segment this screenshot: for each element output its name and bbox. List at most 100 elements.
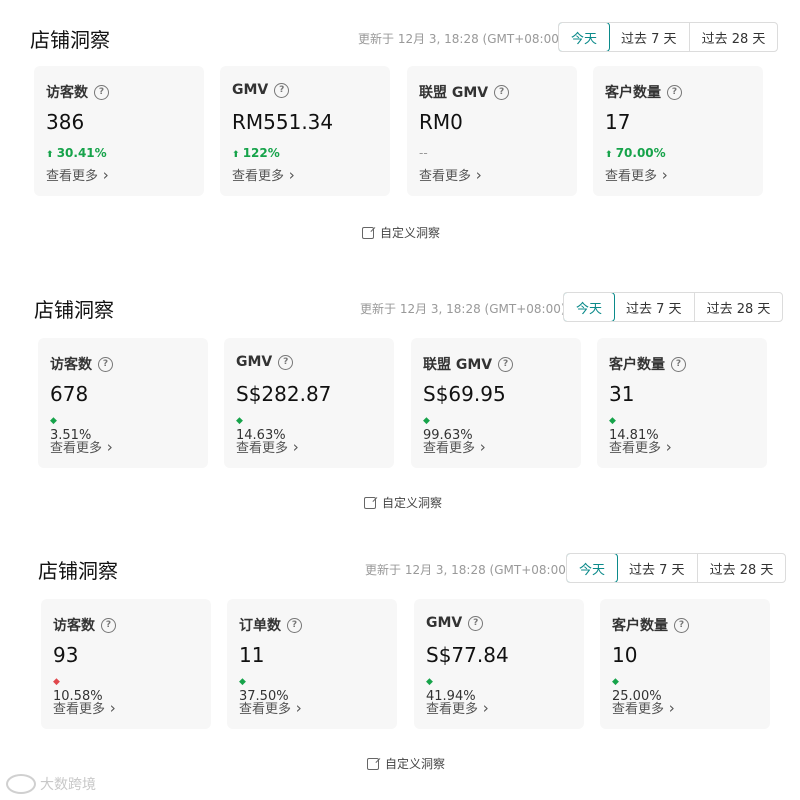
help-icon[interactable]: ? (674, 617, 689, 633)
help-icon[interactable]: ? (274, 82, 290, 98)
customize-insights-button[interactable]: 自定义洞察 (367, 755, 445, 772)
metric-value: 31 (609, 382, 635, 406)
metric-change-row: ⬆ 122% (232, 146, 280, 160)
view-more-label: 查看更多 (53, 702, 106, 717)
metric-value: 10 (612, 643, 638, 667)
trend-up-icon: ◆ (423, 416, 430, 426)
view-more-link[interactable]: 查看更多 › (50, 437, 113, 456)
view-more-link[interactable]: 查看更多 › (53, 698, 116, 717)
metric-label-text: 客户数量 (605, 85, 661, 101)
range-7-days-button[interactable]: 过去 7 天 (614, 293, 695, 321)
chevron-right-icon: › (661, 438, 672, 456)
metric-value: S$77.84 (426, 643, 509, 667)
metric-value: 17 (605, 110, 631, 134)
store-insights-panel: 店铺洞察 更新于 12月 3, 18:28 (GMT+08:00) 今天 过去 7 天… (0, 531, 800, 793)
view-more-label: 查看更多 (612, 702, 665, 717)
help-icon[interactable]: ? (98, 356, 113, 372)
watermark: 大数跨境 (6, 774, 96, 794)
view-more-link[interactable]: 查看更多 › (239, 698, 302, 717)
metric-value: RM0 (419, 110, 463, 134)
trend-up-icon: ◆ (426, 677, 433, 687)
panel-title: 店铺洞察 (30, 28, 110, 52)
metric-value: 93 (53, 643, 79, 667)
metric-label-text: GMV (426, 615, 463, 631)
watermark-text: 大数跨境 (40, 777, 96, 793)
range-today-button[interactable]: 今天 (564, 293, 616, 321)
panel-title: 店铺洞察 (38, 559, 118, 583)
chevron-right-icon: › (98, 166, 109, 184)
metric-label-text: GMV (236, 354, 273, 370)
metric-label: 访客数? (50, 354, 113, 374)
trend-up-icon: ⬆ (605, 150, 616, 160)
trend-up-icon: ◆ (612, 677, 619, 687)
watermark-logo-icon (6, 774, 36, 794)
view-more-label: 查看更多 (46, 169, 99, 184)
help-icon[interactable]: ? (667, 84, 682, 100)
customize-insights-button[interactable]: 自定义洞察 (364, 494, 442, 511)
range-today-button[interactable]: 今天 (567, 554, 619, 582)
metric-label: 访客数? (46, 82, 109, 102)
metric-change: -- (419, 146, 428, 160)
metric-value: S$69.95 (423, 382, 506, 406)
help-icon[interactable]: ? (494, 84, 510, 100)
view-more-link[interactable]: 查看更多 › (609, 437, 672, 456)
view-more-link[interactable]: 查看更多 › (236, 437, 299, 456)
help-icon[interactable]: ? (287, 617, 302, 633)
date-range-toggle: 今天 过去 7 天过去 28 天 (563, 292, 784, 322)
metric-label-text: 联盟 GMV (423, 357, 493, 373)
view-more-label: 查看更多 (426, 702, 479, 717)
help-icon[interactable]: ? (278, 354, 294, 370)
view-more-link[interactable]: 查看更多 › (419, 165, 482, 184)
metric-change-row: -- (419, 146, 428, 160)
edit-icon (362, 226, 374, 239)
metric-change: 70.00% (615, 146, 666, 160)
range-today-button[interactable]: 今天 (559, 23, 611, 51)
range-28-days-button[interactable]: 过去 28 天 (695, 293, 783, 321)
view-more-link[interactable]: 查看更多 › (232, 165, 295, 184)
metric-value: 11 (239, 643, 265, 667)
metric-label: 客户数量? (605, 82, 682, 102)
help-icon[interactable]: ? (671, 356, 686, 372)
help-icon[interactable]: ? (498, 356, 514, 372)
trend-up-icon: ⬆ (46, 150, 57, 160)
metric-value: 678 (50, 382, 89, 406)
metric-label-text: 客户数量 (612, 618, 668, 634)
metric-label-text: 访客数 (53, 618, 95, 634)
range-7-days-button[interactable]: 过去 7 天 (617, 554, 698, 582)
view-more-link[interactable]: 查看更多 › (46, 165, 109, 184)
view-more-link[interactable]: 查看更多 › (605, 165, 668, 184)
customize-insights-button[interactable]: 自定义洞察 (362, 224, 440, 241)
metric-card: 联盟 GMV? RM0 -- 查看更多 › (407, 66, 577, 196)
view-more-label: 查看更多 (232, 169, 285, 184)
view-more-label: 查看更多 (609, 441, 662, 456)
range-28-days-button[interactable]: 过去 28 天 (698, 554, 786, 582)
updated-timestamp: 更新于 12月 3, 18:28 (GMT+08:00) (360, 302, 566, 316)
view-more-link[interactable]: 查看更多 › (426, 698, 489, 717)
view-more-label: 查看更多 (50, 441, 103, 456)
metric-change-row: ⬆ 30.41% (46, 146, 107, 160)
range-28-days-button[interactable]: 过去 28 天 (690, 23, 778, 51)
help-icon[interactable]: ? (101, 617, 116, 633)
metric-label-text: GMV (232, 82, 269, 98)
chevron-right-icon: › (291, 699, 302, 717)
trend-up-icon: ◆ (50, 416, 57, 426)
edit-icon (364, 496, 376, 509)
metric-card: 客户数量? 10 ◆ 25.00% 查看更多 › (600, 599, 770, 729)
customize-insights-label: 自定义洞察 (380, 226, 441, 240)
help-icon[interactable]: ? (94, 84, 109, 100)
trend-up-icon: ⬆ (232, 150, 243, 160)
view-more-link[interactable]: 查看更多 › (612, 698, 675, 717)
metric-card: 访客数? 93 ◆ 10.58% 查看更多 › (41, 599, 211, 729)
metric-card: 联盟 GMV? S$69.95 ◆ 99.63% 查看更多 › (411, 338, 581, 468)
trend-down-icon: ◆ (53, 677, 60, 687)
metric-value: 386 (46, 110, 85, 134)
updated-timestamp: 更新于 12月 3, 18:28 (GMT+08:00) (365, 563, 571, 577)
metric-label-text: 访客数 (46, 85, 88, 101)
view-more-label: 查看更多 (605, 169, 658, 184)
trend-up-icon: ◆ (609, 416, 616, 426)
range-7-days-button[interactable]: 过去 7 天 (609, 23, 690, 51)
view-more-link[interactable]: 查看更多 › (423, 437, 486, 456)
chevron-right-icon: › (475, 438, 486, 456)
store-insights-panel: 店铺洞察 更新于 12月 3, 18:28 (GMT+08:00) 今天 过去 7 天… (0, 270, 800, 532)
help-icon[interactable]: ? (468, 615, 484, 631)
